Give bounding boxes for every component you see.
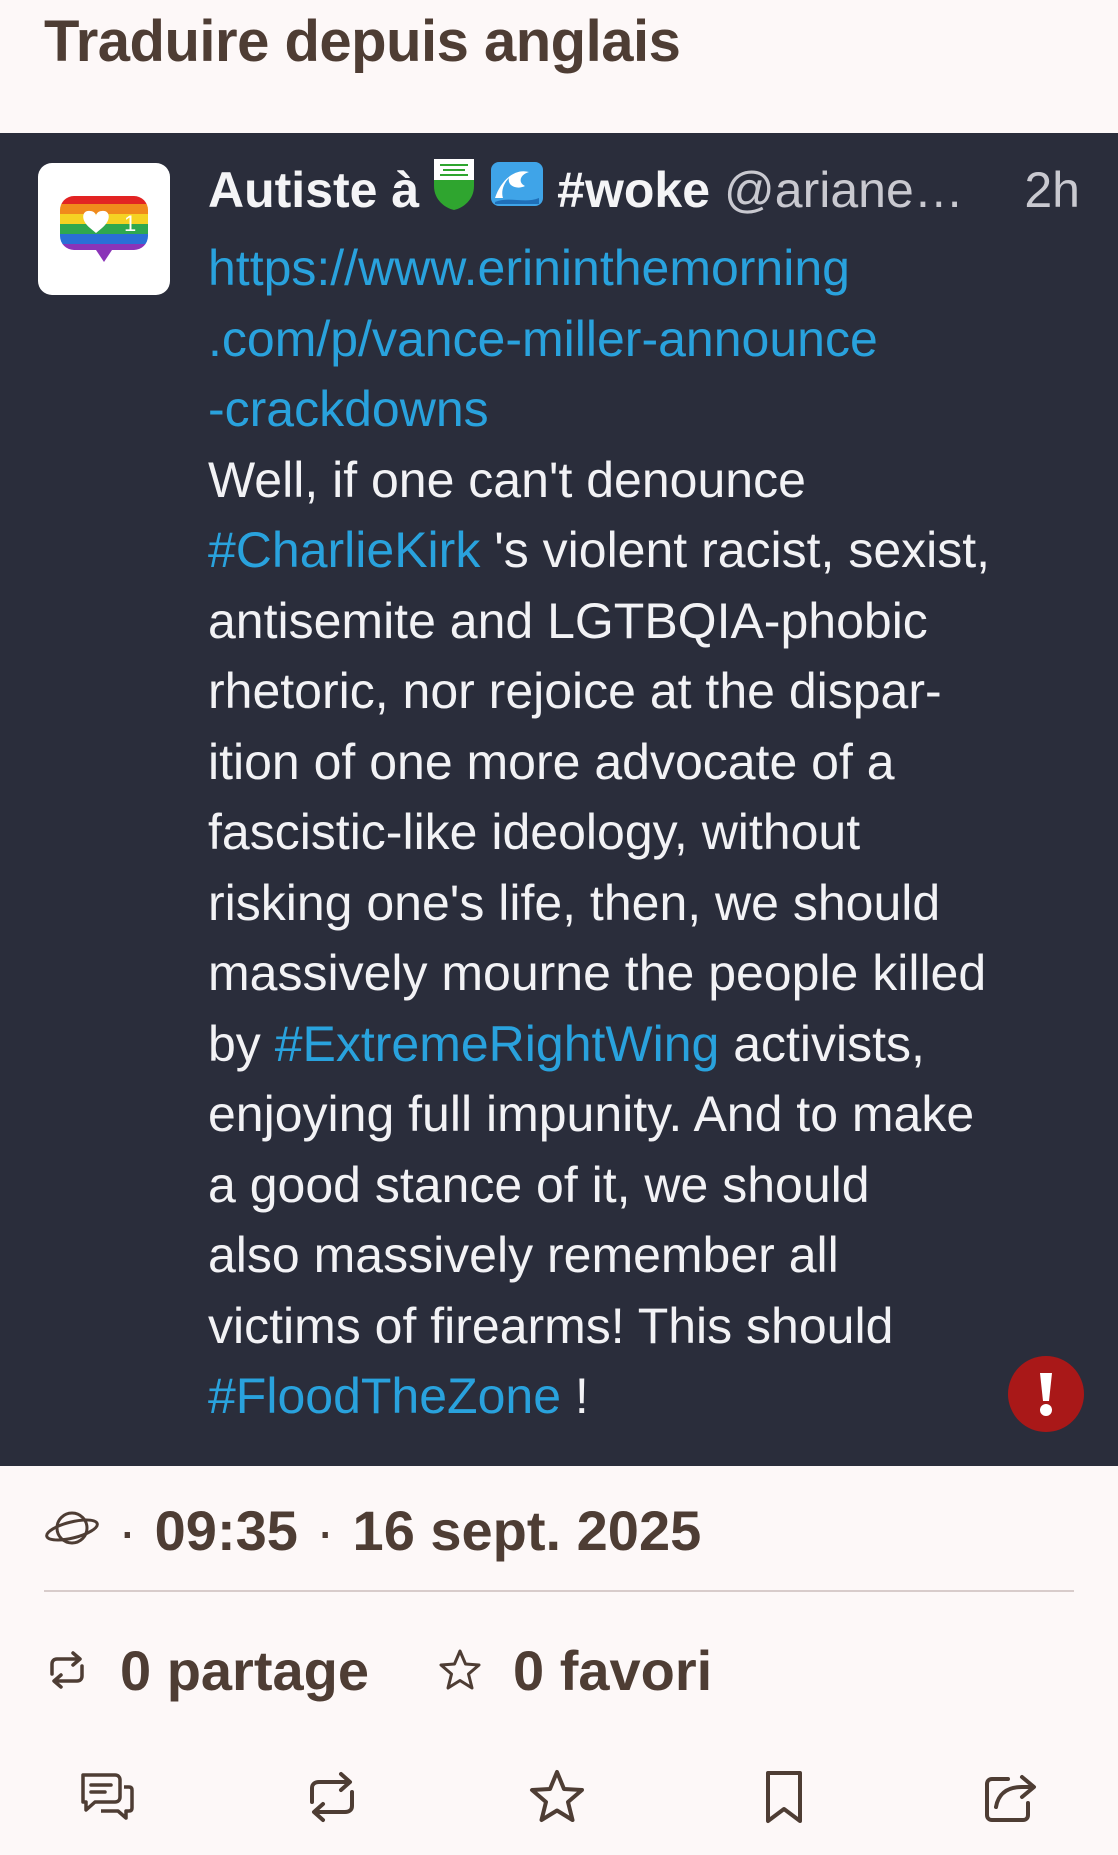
- content-line: fascistic-like ideology, without: [208, 804, 861, 860]
- content-line: ition of one more advocate of a: [208, 733, 895, 790]
- bookmark-button[interactable]: [752, 1765, 816, 1829]
- hashtag-extremerightwing[interactable]: #ExtremeRightWing: [275, 1016, 720, 1072]
- content-line: massively mourne the people killed: [208, 945, 987, 1001]
- content-line: antisemite and LGTBQIA-phobic: [208, 592, 928, 649]
- content-line: rhetoric, nor rejoice at the dispar-: [208, 663, 942, 719]
- star-icon: [530, 1770, 584, 1822]
- content-line: risking one's life, then, we should: [208, 874, 941, 931]
- reply-button[interactable]: [75, 1765, 139, 1829]
- content-line: also massively remember all: [208, 1227, 839, 1283]
- rainbow-heart-notification-icon: 1: [60, 196, 148, 262]
- favourites-count: 0 favori: [513, 1638, 713, 1702]
- post-time: 09:35: [154, 1498, 298, 1562]
- author-hashtag: #woke: [557, 162, 711, 218]
- reply-icon: [81, 1773, 134, 1820]
- star-icon: [439, 1649, 481, 1690]
- boosts-count-button[interactable]: 0 partage: [44, 1638, 369, 1703]
- favourites-count-button[interactable]: 0 favori: [437, 1638, 712, 1703]
- author-handle[interactable]: @ariane…: [724, 161, 1010, 219]
- article-link[interactable]: .com/p/vance-miller-announce: [208, 311, 878, 367]
- separator-dot: ·: [118, 1498, 137, 1562]
- hashtag-charliekirk[interactable]: #CharlieKirk: [208, 522, 480, 578]
- content-line: Well, if one can't denounce: [208, 451, 806, 508]
- content-line: #CharlieKirk 's violent racist, sexist,: [208, 522, 991, 578]
- post-header: Autiste à #woke @ariane… 2h: [208, 155, 1080, 225]
- exclamation-alert-icon[interactable]: [1008, 1356, 1084, 1432]
- action-bar: [0, 1750, 1118, 1840]
- svg-text:1: 1: [124, 211, 136, 236]
- author-avatar[interactable]: 1: [38, 163, 170, 295]
- separator-dot: ·: [315, 1498, 335, 1562]
- quoted-post[interactable]: 1 Autiste à #woke @ariane… 2h https://ww…: [0, 133, 1118, 1466]
- article-link[interactable]: https://www.erininthemorning: [208, 240, 850, 296]
- shield-emoji-icon: [431, 156, 477, 224]
- content-line: a good stance of it, we should: [208, 1156, 870, 1213]
- post-date: 16 sept. 2025: [352, 1498, 702, 1562]
- share-icon: [985, 1775, 1036, 1822]
- boost-icon: [50, 1651, 84, 1689]
- favourite-button[interactable]: [525, 1765, 589, 1829]
- post-content: https://www.erininthemorning .com/p/vanc…: [208, 233, 1088, 1432]
- bookmark-icon: [766, 1771, 802, 1823]
- content-line: https://www.erininthemorning: [208, 233, 1088, 304]
- content-line: .com/p/vance-miller-announce: [208, 304, 1088, 375]
- boosts-count: 0 partage: [120, 1638, 369, 1702]
- author-name[interactable]: Autiste à: [208, 161, 419, 219]
- hashtag-floodthezone[interactable]: #FloodTheZone: [208, 1368, 561, 1424]
- content-line: victims of firearms! This should: [208, 1297, 894, 1354]
- boost-button[interactable]: [300, 1765, 364, 1829]
- content-line: enjoying full impunity. And to make: [208, 1086, 975, 1142]
- content-line: #FloodTheZone !: [208, 1368, 589, 1424]
- stats-row: 0 partage 0 favori: [44, 1628, 712, 1712]
- divider: [44, 1590, 1074, 1592]
- translate-title[interactable]: Traduire depuis anglais: [44, 0, 681, 132]
- relative-time: 2h: [1024, 162, 1080, 218]
- globe-icon[interactable]: [44, 1498, 100, 1563]
- share-button[interactable]: [980, 1765, 1044, 1829]
- article-link[interactable]: -crackdowns: [208, 381, 489, 437]
- water-wave-emoji-icon: [489, 158, 545, 222]
- content-line: by #ExtremeRightWing activists,: [208, 1015, 925, 1072]
- content-line: -crackdowns: [208, 374, 1088, 445]
- post-detail-screen: Traduire depuis anglais 1 Autiste à #wok…: [0, 0, 1118, 1855]
- post-details-row: · 09:35 · 16 sept. 2025: [44, 1490, 701, 1570]
- boost-icon: [310, 1772, 354, 1822]
